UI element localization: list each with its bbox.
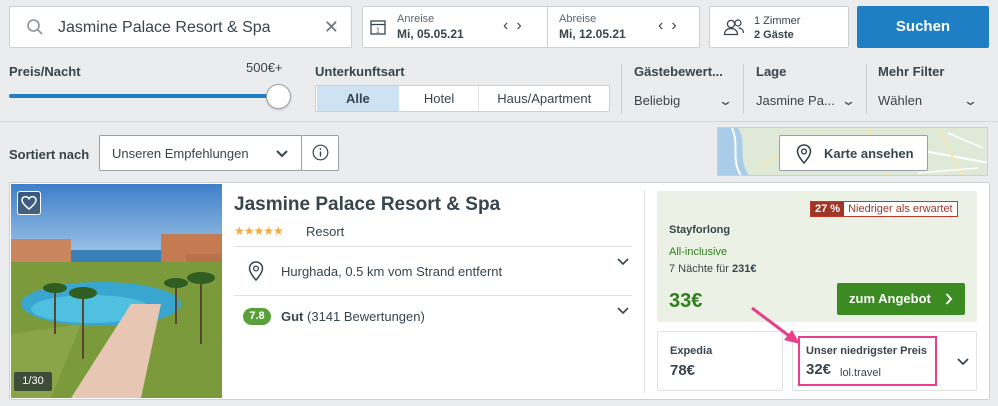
sort-info-button[interactable] — [301, 135, 339, 171]
type-option-hotel[interactable]: Hotel — [400, 86, 480, 111]
hotel-location: Hurghada, 0.5 km vom Strand entfernt — [281, 264, 503, 279]
chevron-down-icon[interactable]: ⌄ — [963, 93, 978, 109]
heart-icon — [21, 195, 37, 214]
discount-badge: 27 % Niedriger als erwartet — [810, 201, 958, 217]
view-map-button[interactable]: Karte ansehen — [779, 135, 928, 171]
offer-nights-total: 7 Nächte für 231€ — [669, 263, 757, 275]
lowest-price-label: Unser niedrigster Preis — [806, 345, 928, 357]
property-type: Resort — [306, 224, 345, 239]
rooms-value: 1 Zimmer — [754, 15, 801, 27]
star-rating: ★★★★★ — [234, 224, 284, 238]
view-deal-button[interactable]: zum Angebot — [837, 283, 965, 315]
search-icon — [26, 18, 44, 39]
type-option-all[interactable]: Alle — [317, 86, 399, 111]
close-icon[interactable]: ✕ — [324, 17, 339, 38]
annotation-arrow-icon — [751, 306, 800, 344]
rating-summary[interactable]: Gut (3141 Bewertungen) — [281, 309, 425, 324]
chevron-down-icon[interactable]: ⌄ — [718, 93, 733, 109]
checkin-field[interactable]: Anreise Mi, 05.05.21 — [397, 13, 464, 41]
favorite-button[interactable] — [17, 191, 41, 215]
chevron-right-icon — [945, 283, 953, 327]
map-pin-icon — [248, 261, 264, 284]
chevron-down-icon[interactable] — [617, 256, 629, 271]
guest-rating-dropdown[interactable]: Beliebig — [634, 93, 680, 108]
photo-counter: 1/30 — [14, 372, 52, 391]
accommodation-type-toggle[interactable]: Alle Hotel Haus/Apartment — [315, 85, 610, 112]
accommodation-type-label: Unterkunftsart — [315, 64, 405, 79]
offer-board-type: All-inclusive — [669, 246, 728, 258]
info-icon — [312, 144, 329, 164]
chevron-right-icon[interactable]: › — [671, 17, 684, 34]
search-input[interactable]: Jasmine Palace Resort & Spa — [58, 19, 271, 37]
lowest-price-provider: lol.travel — [840, 367, 881, 379]
hotel-name[interactable]: Jasmine Palace Resort & Spa — [234, 194, 500, 216]
chevron-left-icon[interactable]: ‹ — [503, 17, 516, 34]
more-filters-label: Mehr Filter — [878, 64, 945, 79]
type-option-apartment[interactable]: Haus/Apartment — [479, 86, 609, 111]
sort-dropdown[interactable]: Unseren Empfehlungen — [99, 135, 302, 171]
destination-search[interactable]: Jasmine Palace Resort & Spa ✕ — [9, 6, 352, 48]
chevron-down-icon[interactable] — [957, 356, 969, 371]
rating-score-badge: 7.8 — [243, 308, 271, 325]
guests-icon — [723, 18, 745, 39]
chevron-left-icon[interactable]: ‹ — [658, 17, 671, 34]
date-picker[interactable]: 1 Anreise Mi, 05.05.21 ‹› Abreise Mi, 12… — [362, 6, 700, 48]
rooms-guests-selector[interactable]: 1 Zimmer 2 Gäste — [709, 6, 849, 48]
calendar-icon: 1 — [370, 19, 386, 38]
guest-rating-label: Gästebewert... — [634, 64, 723, 79]
offer-price: 33€ — [669, 290, 703, 312]
chevron-down-icon[interactable] — [617, 305, 629, 320]
price-slider-thumb[interactable] — [266, 84, 291, 109]
price-max-value: 500€+ — [246, 60, 283, 75]
svg-text:1: 1 — [376, 28, 380, 35]
checkin-arrows[interactable]: ‹› — [503, 17, 530, 35]
price-filter-label: Preis/Nacht — [9, 64, 81, 79]
location-dropdown[interactable]: Jasmine Pa... — [756, 93, 835, 108]
search-button[interactable]: Suchen — [857, 6, 989, 48]
chevron-down-icon[interactable]: ⌄ — [841, 93, 856, 109]
chevron-right-icon[interactable]: › — [516, 17, 529, 34]
hotel-photo[interactable] — [11, 184, 222, 398]
guests-value: 2 Gäste — [754, 29, 794, 41]
checkout-field[interactable]: Abreise Mi, 12.05.21 — [559, 13, 626, 41]
sort-label: Sortiert nach — [9, 147, 90, 162]
chevron-down-icon — [275, 144, 289, 165]
price-slider-track[interactable] — [9, 94, 277, 98]
lowest-price-value: 32€ — [806, 361, 832, 378]
more-filters-dropdown[interactable]: Wählen — [878, 93, 922, 108]
location-label: Lage — [756, 64, 787, 79]
map-pin-icon — [796, 144, 812, 167]
offer-provider: Stayforlong — [669, 224, 731, 236]
checkout-arrows[interactable]: ‹› — [658, 17, 685, 35]
